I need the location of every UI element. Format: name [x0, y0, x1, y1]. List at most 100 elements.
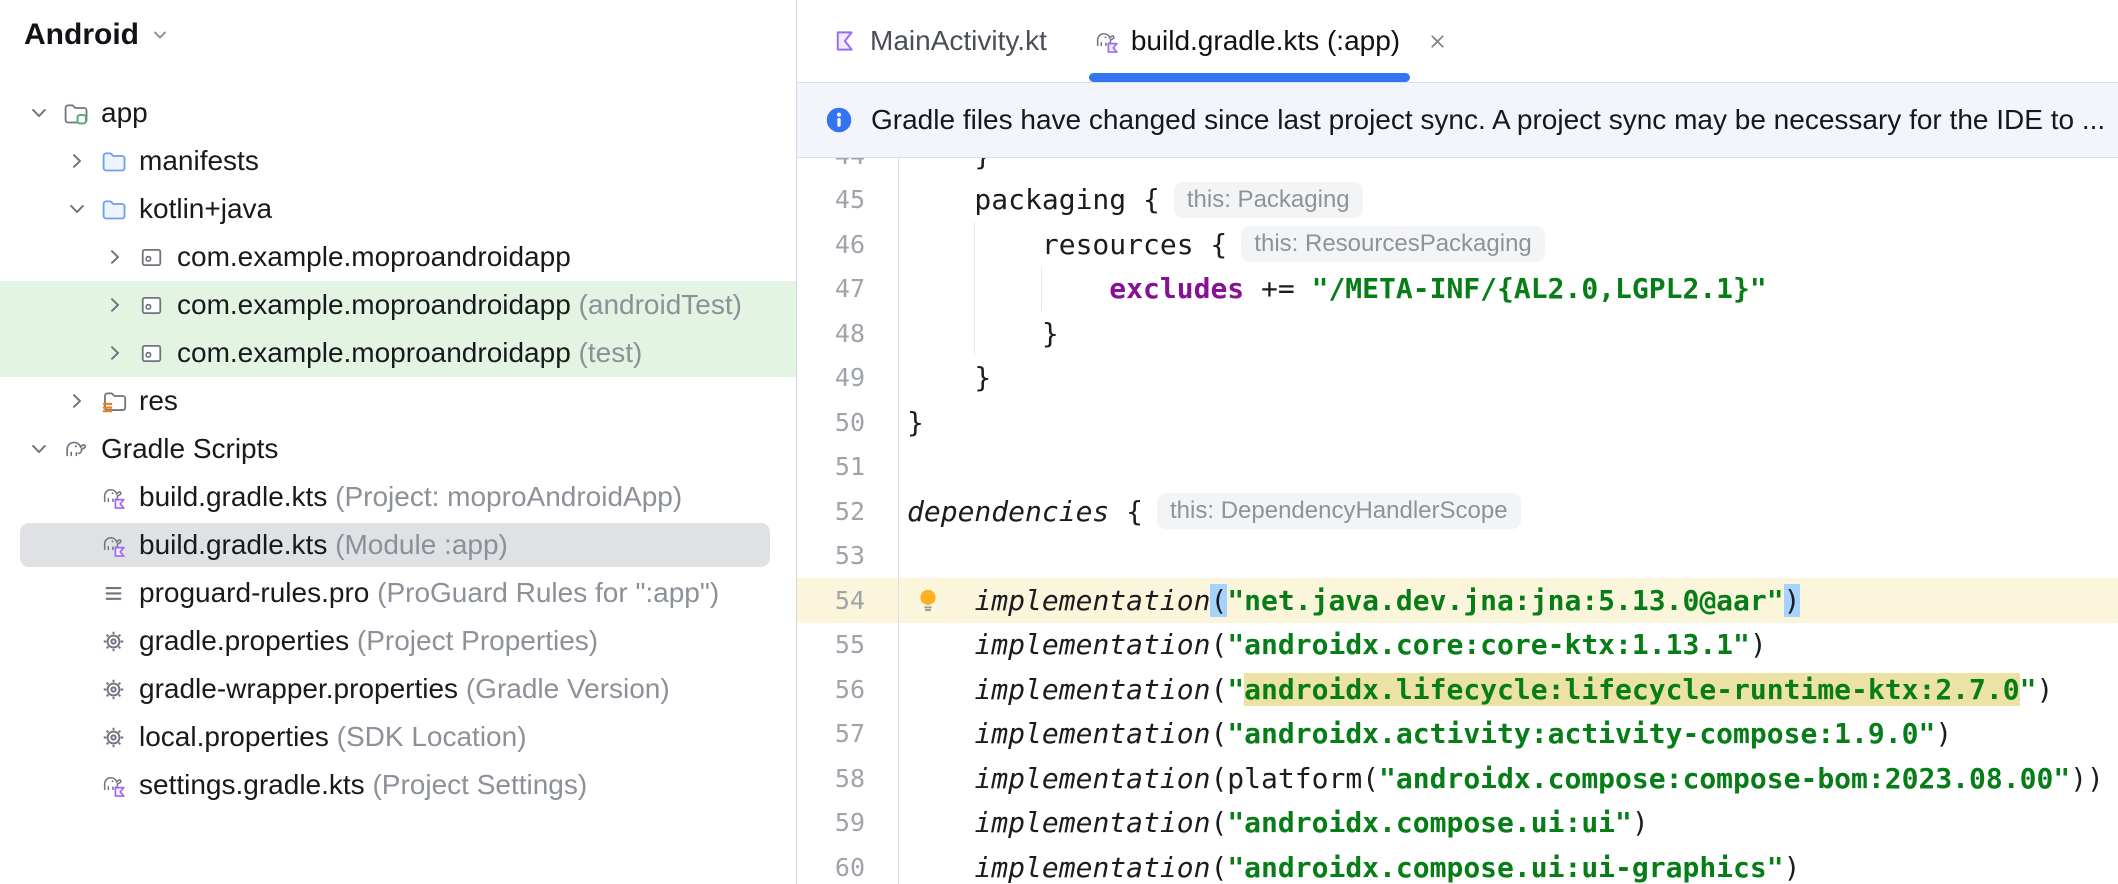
tree-item-proguard-rules-pro-proguard-rules-for-app[interactable]: proguard-rules.pro (ProGuard Rules for "… — [0, 569, 796, 617]
tree-item-qualifier: (Module :app) — [327, 529, 508, 560]
line-number[interactable]: 54 — [797, 578, 865, 623]
chevron-down-icon — [149, 24, 171, 46]
chevron-right-icon[interactable] — [102, 243, 138, 271]
folder-module-icon — [62, 99, 92, 127]
tree-item-label: gradle.properties (Project Properties) — [139, 625, 599, 656]
tree-item-label: build.gradle.kts (Module :app) — [139, 529, 508, 560]
tree-item-gradle-properties-project-properties[interactable]: gradle.properties (Project Properties) — [0, 617, 796, 665]
line-number[interactable]: 60 — [797, 845, 865, 884]
line-number[interactable]: 56 — [797, 667, 865, 712]
tree-item-qualifier: (ProGuard Rules for ":app") — [369, 577, 720, 608]
kotlin-file-icon — [831, 27, 859, 55]
line-number[interactable]: 52 — [797, 489, 865, 534]
intention-bulb-icon[interactable] — [915, 587, 941, 613]
chevron-down-icon[interactable] — [64, 195, 100, 223]
tree-item-build-gradle-kts-module-app[interactable]: build.gradle.kts (Module :app) — [0, 521, 796, 569]
gradle-sync-notification: Gradle files have changed since last pro… — [797, 82, 2118, 158]
code-line-49: 49 } — [797, 355, 2118, 401]
line-number[interactable]: 50 — [797, 400, 865, 445]
folder-icon — [100, 147, 130, 175]
tree-item-qualifier: (Gradle Version) — [458, 673, 670, 704]
tree-item-label: settings.gradle.kts (Project Settings) — [139, 769, 588, 800]
project-tree: app manifests kotlin+java com.example.mopro… — [0, 89, 796, 809]
code-line-59: 59 implementation("androidx.compose.ui:u… — [797, 800, 2118, 846]
gear-icon — [100, 627, 130, 655]
close-icon[interactable] — [1425, 29, 1450, 54]
inlay-hint: this: Packaging — [1173, 181, 1363, 218]
code-line-54: 54 implementation("net.java.dev.jna:jna:… — [797, 578, 2118, 623]
tree-item-label: local.properties (SDK Location) — [139, 721, 527, 752]
info-icon — [825, 106, 853, 134]
code-line-50: 50} — [797, 400, 2118, 445]
code-line-text: implementation("net.java.dev.jna:jna:5.1… — [898, 578, 2118, 623]
line-number[interactable]: 57 — [797, 712, 865, 757]
tree-item-com-example-moproandroidapp[interactable]: com.example.moproandroidapp — [0, 233, 796, 281]
gradle-file-icon — [100, 771, 130, 799]
code-line-text: implementation("androidx.compose.ui:ui-g… — [898, 845, 2118, 884]
line-number[interactable]: 55 — [797, 623, 865, 668]
tree-item-label: app — [101, 97, 148, 128]
code-line-text: dependencies {this: DependencyHandlerSco… — [898, 489, 2118, 534]
chevron-right-icon[interactable] — [102, 291, 138, 319]
line-number[interactable]: 47 — [797, 267, 865, 312]
chevron-right-icon[interactable] — [64, 387, 100, 415]
code-line-45: 45 packaging {this: Packaging — [797, 177, 2118, 223]
project-tool-window: Android app manifests kotlin+java com.examp… — [0, 0, 796, 884]
tree-item-label: kotlin+java — [139, 193, 273, 224]
tree-item-label: gradle-wrapper.properties (Gradle Versio… — [139, 673, 670, 704]
tab-build-gradle-kts-app[interactable]: build.gradle.kts (:app) — [1088, 0, 1450, 82]
lines-file-icon — [100, 579, 130, 607]
code-line-58: 58 implementation (platform("androidx.com… — [797, 756, 2118, 801]
code-line-text: implementation("androidx.activity:activi… — [898, 711, 2118, 756]
code-line-text: excludes += "/META-INF/{AL2.0,LGPL2.1}" — [898, 266, 2118, 311]
tree-item-res[interactable]: res — [0, 377, 796, 425]
tree-item-label: com.example.moproandroidapp (test) — [177, 337, 643, 368]
tree-item-qualifier: (Project Settings) — [364, 769, 588, 800]
tree-item-gradle-scripts[interactable]: Gradle Scripts — [0, 425, 796, 473]
code-line-text: } — [898, 311, 2118, 356]
chevron-down-icon[interactable] — [26, 99, 62, 127]
chevron-down-icon[interactable] — [26, 435, 62, 463]
tree-item-kotlin-java[interactable]: kotlin+java — [0, 185, 796, 233]
tab-mainactivity-kt[interactable]: MainActivity.kt — [831, 0, 1047, 82]
chevron-right-icon[interactable] — [64, 147, 100, 175]
code-line-text: implementation (platform("androidx.compos… — [898, 756, 2118, 801]
line-number[interactable]: 51 — [797, 445, 865, 490]
tree-item-app[interactable]: app — [0, 89, 796, 137]
tree-item-manifests[interactable]: manifests — [0, 137, 796, 185]
editor-tab-bar: MainActivity.kt build.gradle.kts (:app) — [797, 0, 2118, 82]
tree-item-com-example-moproandroidapp-test[interactable]: com.example.moproandroidapp (test) — [0, 329, 796, 377]
folder-res-icon — [100, 387, 130, 415]
line-number[interactable]: 49 — [797, 356, 865, 401]
line-number[interactable]: 46 — [797, 222, 865, 267]
tab-label: build.gradle.kts (:app) — [1130, 25, 1401, 56]
tree-item-label: com.example.moproandroidapp — [177, 241, 571, 272]
tree-item-settings-gradle-kts-project-settings[interactable]: settings.gradle.kts (Project Settings) — [0, 761, 796, 809]
code-line-text: implementation(" androidx.lifecycle:lifec… — [898, 667, 2118, 712]
tree-item-gradle-wrapper-properties-gradle-version[interactable]: gradle-wrapper.properties (Gradle Versio… — [0, 665, 796, 713]
code-lines: 44 }45 packaging {this: Packaging46 reso… — [797, 133, 2118, 884]
code-line-46: 46 resources {this: ResourcesPackaging — [797, 222, 2118, 267]
line-number[interactable]: 59 — [797, 801, 865, 846]
tree-item-build-gradle-kts-project-moproandroidapp[interactable]: build.gradle.kts (Project: moproAndroidA… — [0, 473, 796, 521]
gear-icon — [100, 675, 130, 703]
line-number[interactable]: 45 — [797, 178, 865, 223]
code-line-57: 57 implementation("androidx.activity:act… — [797, 711, 2118, 757]
line-number[interactable]: 58 — [797, 756, 865, 801]
tree-item-local-properties-sdk-location[interactable]: local.properties (SDK Location) — [0, 713, 796, 761]
active-tab-indicator — [1088, 73, 1411, 82]
project-view-selector[interactable]: Android — [0, 0, 796, 70]
line-number[interactable]: 48 — [797, 311, 865, 356]
line-number[interactable]: 53 — [797, 534, 865, 579]
gear-icon — [100, 723, 130, 751]
inlay-hint: this: DependencyHandlerScope — [1157, 493, 1521, 530]
tree-item-com-example-moproandroidapp-androidtest[interactable]: com.example.moproandroidapp (androidTest… — [0, 281, 796, 329]
code-line-47: 47 excludes += "/META-INF/{AL2.0,LGPL2.1… — [797, 266, 2118, 312]
chevron-right-icon[interactable] — [102, 339, 138, 367]
